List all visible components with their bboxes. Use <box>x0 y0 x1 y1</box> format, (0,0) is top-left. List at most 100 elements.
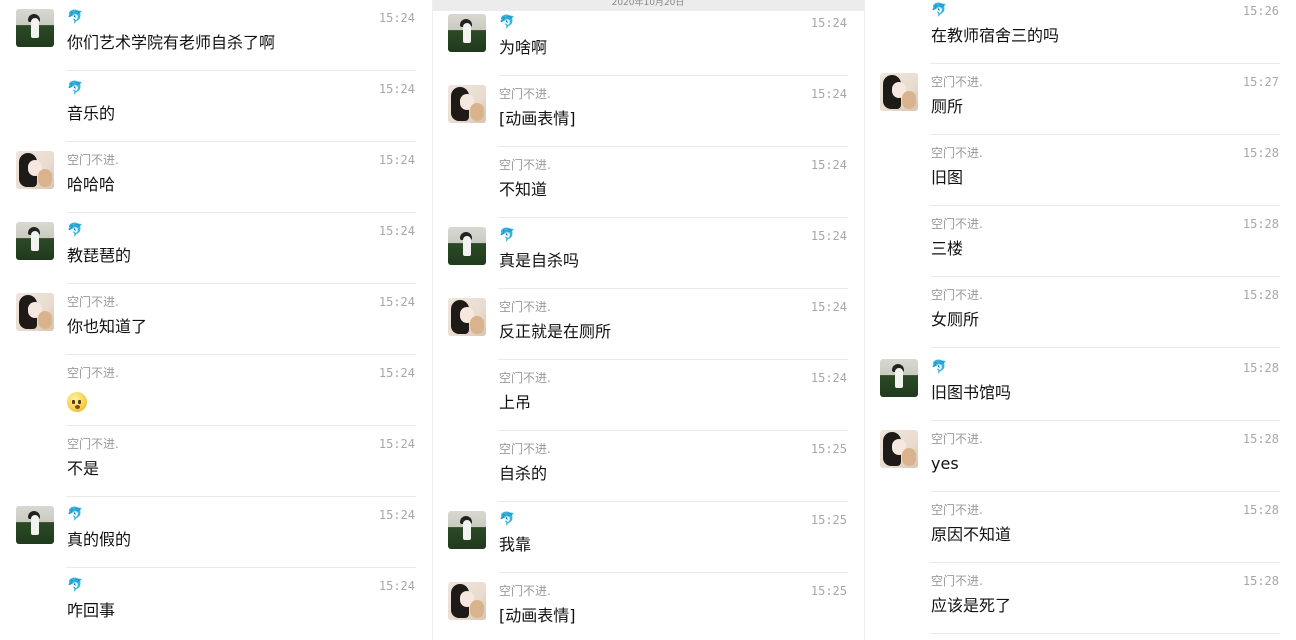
message-text[interactable]: 旧图 <box>931 167 963 189</box>
message-row[interactable]: 空门不进. 15:24 不知道 <box>432 147 864 218</box>
message-time: 15:24 <box>810 371 847 385</box>
message-time: 15:24 <box>810 300 847 314</box>
message-time: 15:26 <box>1242 4 1279 18</box>
message-row[interactable]: 空门不进. 15:24 <box>0 355 432 426</box>
message-time: 15:28 <box>1242 217 1279 231</box>
message-text[interactable]: yes <box>931 453 959 475</box>
message-text[interactable]: 你们艺术学院有老师自杀了啊 <box>67 32 275 54</box>
message-time: 15:24 <box>378 366 415 380</box>
sender-name: 空门不进. <box>931 432 983 446</box>
sender-name: 🐬 <box>499 228 516 243</box>
avatar[interactable] <box>16 222 54 260</box>
message-row[interactable]: 空门不进. 15:24 你也知道了 <box>0 284 432 355</box>
sender-name: 🐬 <box>499 15 516 30</box>
sender-name: 空门不进. <box>931 217 983 231</box>
message-text[interactable]: 我靠 <box>499 534 531 556</box>
message-text[interactable]: 旧图书馆吗 <box>931 382 1011 404</box>
sender-name: 🐬 <box>67 578 84 593</box>
message-row[interactable]: 🐬 15:26 在教师宿舍三的吗 <box>864 0 1296 64</box>
message-text[interactable]: 上吊 <box>499 392 531 414</box>
avatar[interactable] <box>16 293 54 331</box>
message-row[interactable]: 空门不进. 15:28 原因不知道 <box>864 492 1296 563</box>
avatar[interactable] <box>16 151 54 189</box>
speechless-face-emoji-icon <box>67 391 87 412</box>
message-text[interactable]: 反正就是在厕所 <box>499 321 611 343</box>
message-text[interactable]: 自杀的 <box>499 463 547 485</box>
message-row[interactable]: 空门不进. 15:27 厕所 <box>864 64 1296 135</box>
divider <box>930 347 1280 348</box>
sender-name: 空门不进. <box>67 366 119 380</box>
sender-name: 🐬 <box>67 81 84 96</box>
message-text[interactable]: 咋回事 <box>67 600 115 622</box>
avatar[interactable] <box>16 506 54 544</box>
avatar[interactable] <box>448 298 486 336</box>
message-row[interactable]: 空门不进. 15:28 yes <box>864 421 1296 492</box>
message-text[interactable]: 厕所 <box>931 96 963 118</box>
message-time: 15:28 <box>1242 288 1279 302</box>
message-row[interactable]: 空门不进. 15:28 旧图 <box>864 135 1296 206</box>
message-row[interactable]: 空门不进. 15:28 应该是死了 <box>864 563 1296 634</box>
sender-name: 🐬 <box>67 10 84 25</box>
message-text[interactable]: 三楼 <box>931 238 963 260</box>
message-row[interactable]: 空门不进. 15:25 [动画表情] <box>432 573 864 640</box>
message-text[interactable]: 真的假的 <box>67 529 131 551</box>
avatar[interactable] <box>880 430 918 468</box>
message-time: 15:24 <box>378 579 415 593</box>
message-text[interactable]: 哈哈哈 <box>67 174 115 196</box>
avatar[interactable] <box>448 85 486 123</box>
message-time: 15:24 <box>378 11 415 25</box>
message-row[interactable]: 空门不进. 15:24 哈哈哈 <box>0 142 432 213</box>
message-text[interactable]: 你也知道了 <box>67 316 147 338</box>
message-row[interactable]: 空门不进. 15:24 上吊 <box>432 360 864 431</box>
sender-name: 🐬 <box>931 3 948 18</box>
avatar[interactable] <box>880 359 918 397</box>
message-row[interactable]: 🐬 15:24 真的假的 <box>0 497 432 568</box>
message-text[interactable]: 不是 <box>67 458 99 480</box>
sender-name: 🐬 <box>931 360 948 375</box>
message-row[interactable]: 空门不进. 15:24 [动画表情] <box>432 76 864 147</box>
message-time: 15:24 <box>378 153 415 167</box>
message-text[interactable]: 原因不知道 <box>931 524 1011 546</box>
message-time: 15:24 <box>810 16 847 30</box>
message-text[interactable]: 不知道 <box>499 179 547 201</box>
avatar[interactable] <box>880 73 918 111</box>
message-row[interactable]: 空门不进. 15:28 女厕所 <box>864 277 1296 348</box>
message-row[interactable]: 空门不进. 15:28 三楼 <box>864 206 1296 277</box>
message-time: 15:25 <box>810 513 847 527</box>
message-row[interactable]: 🐬 15:25 我靠 <box>432 502 864 573</box>
sender-name: 空门不进. <box>499 300 551 314</box>
avatar[interactable] <box>448 511 486 549</box>
message-row[interactable]: 空门不进. 15:24 反正就是在厕所 <box>432 289 864 360</box>
emoji-message[interactable] <box>67 390 87 412</box>
message-text[interactable]: 为啥啊 <box>499 37 547 59</box>
message-time: 15:24 <box>810 158 847 172</box>
avatar[interactable] <box>16 9 54 47</box>
sender-name: 空门不进. <box>67 437 119 451</box>
message-text[interactable]: 音乐的 <box>67 103 115 125</box>
message-text[interactable]: 女厕所 <box>931 309 979 331</box>
message-row[interactable]: 🐬 15:28 旧图书馆吗 <box>864 350 1296 421</box>
message-text[interactable]: [动画表情] <box>499 605 576 627</box>
sender-name: 空门不进. <box>67 153 119 167</box>
message-row[interactable]: 🐬 15:24 教琵琶的 <box>0 213 432 284</box>
message-row[interactable]: 空门不进. 15:24 不是 <box>0 426 432 497</box>
message-time: 15:25 <box>810 584 847 598</box>
message-text[interactable]: [动画表情] <box>499 108 576 130</box>
message-row[interactable]: 🐬 15:24 真是自杀吗 <box>432 218 864 289</box>
message-row[interactable]: 🐬 15:24 为啥啊 <box>432 5 864 76</box>
avatar[interactable] <box>448 582 486 620</box>
avatar[interactable] <box>448 227 486 265</box>
message-text[interactable]: 应该是死了 <box>931 595 1011 617</box>
sender-name: 空门不进. <box>931 146 983 160</box>
message-text[interactable]: 在教师宿舍三的吗 <box>931 25 1059 47</box>
message-text[interactable]: 教琵琶的 <box>67 245 131 267</box>
message-row[interactable]: 空门不进. 15:25 自杀的 <box>432 431 864 502</box>
message-time: 15:25 <box>810 442 847 456</box>
message-row[interactable]: 🐬 15:24 音乐的 <box>0 71 432 142</box>
message-text[interactable]: 真是自杀吗 <box>499 250 579 272</box>
sender-name: 空门不进. <box>931 288 983 302</box>
avatar[interactable] <box>448 14 486 52</box>
message-row[interactable]: 🐬 15:24 你们艺术学院有老师自杀了啊 <box>0 0 432 71</box>
message-time: 15:24 <box>378 82 415 96</box>
message-row[interactable]: 🐬 15:24 咋回事 <box>0 568 432 639</box>
